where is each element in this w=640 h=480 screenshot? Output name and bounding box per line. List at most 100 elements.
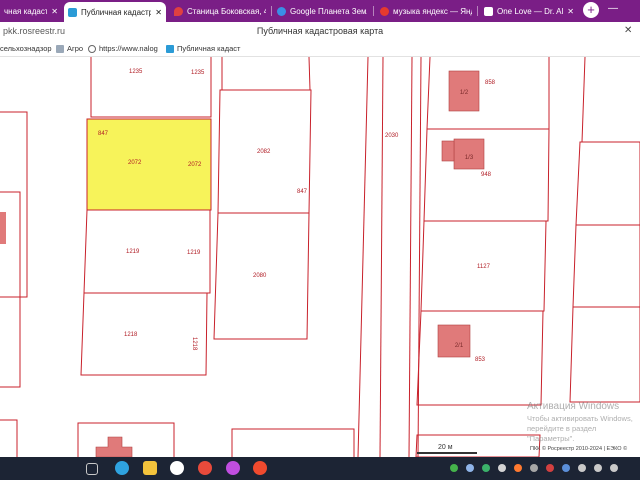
rosreestr-icon: [68, 7, 77, 17]
tab-yandex-music[interactable]: музыка яндекс — Янде: [376, 2, 476, 20]
new-tab-button[interactable]: +: [583, 2, 599, 18]
yandex-icon: [380, 6, 389, 16]
plot-label: 1218: [191, 337, 197, 351]
plot-label: 853: [475, 357, 486, 363]
plot-label: 1218: [124, 332, 138, 338]
plot-1235[interactable]: [90, 57, 212, 118]
tab-stanitsa[interactable]: Станица Боковская, 45: [170, 2, 270, 20]
bookmark-cadastral[interactable]: Публичная кадаст: [166, 44, 240, 53]
tab-cadastral-active[interactable]: Публичная кадастро ✕: [64, 2, 166, 22]
tab-title: музыка яндекс — Янде: [393, 6, 472, 16]
url-field[interactable]: pkk.rosreestr.ru: [3, 26, 65, 36]
address-bar: pkk.rosreestr.ru Публичная кадастровая к…: [0, 22, 640, 42]
tab-title: Публичная кадастро: [81, 7, 152, 17]
tab-cadastral-1[interactable]: чная кадастровая ✕: [0, 2, 62, 20]
globe-icon: [88, 44, 96, 53]
tab-title: One Love — Dr. Al: [497, 6, 564, 16]
plot-label: 2030: [385, 133, 399, 139]
plot-label: 847: [297, 189, 308, 195]
opera-icon[interactable]: [226, 461, 240, 475]
browser-tab-strip: чная кадастровая ✕ Публичная кадастро ✕ …: [0, 0, 640, 22]
bookmark-label: Публичная кадаст: [177, 44, 241, 53]
tab-one-love[interactable]: One Love — Dr. Al ✕: [480, 2, 578, 20]
file-explorer-icon[interactable]: [143, 461, 157, 475]
close-window-button[interactable]: ✕: [624, 25, 632, 36]
map-pin-icon: [174, 6, 183, 16]
tray-icon[interactable]: [578, 464, 586, 472]
building-948[interactable]: [453, 138, 485, 170]
tray-icon[interactable]: [498, 464, 506, 472]
bookmark-agro[interactable]: Агро: [56, 44, 83, 53]
building-bottom-left[interactable]: [95, 436, 133, 457]
music-icon: [484, 6, 493, 16]
tray-icon[interactable]: [546, 464, 554, 472]
map-scale-label: 20 м: [438, 444, 453, 451]
plot-label: 1219: [187, 250, 201, 256]
minimize-button[interactable]: —: [606, 3, 620, 17]
yandex-icon[interactable]: [253, 461, 267, 475]
chrome-icon[interactable]: [198, 461, 212, 475]
tab-divider: [271, 6, 272, 16]
plot-label: 858: [485, 80, 496, 86]
building-label: 1/2: [460, 90, 469, 96]
windows-taskbar: [0, 457, 640, 480]
tray-icon[interactable]: [610, 464, 618, 472]
page-title: Публичная кадастровая карта: [256, 26, 384, 36]
building-948-annex[interactable]: [441, 140, 455, 162]
bookmark-label: Агро: [67, 44, 84, 53]
map-canvas[interactable]: 1/2 1/3 2/1 1235 1235 847 2072 2072 2082…: [0, 57, 640, 457]
tray-icon[interactable]: [594, 464, 602, 472]
plot-far-right-3[interactable]: [569, 306, 640, 403]
tray-icon[interactable]: [450, 464, 458, 472]
bookmark-nalog[interactable]: https://www.nalog: [88, 44, 158, 53]
plot-label: 847: [98, 131, 109, 137]
plot-label: 1127: [477, 264, 491, 270]
activation-watermark-title: Активация Windows: [527, 401, 620, 412]
building-853[interactable]: [437, 324, 471, 358]
tray-icon[interactable]: [482, 464, 490, 472]
plot-bottom-2[interactable]: [231, 428, 355, 457]
close-icon[interactable]: ✕: [51, 7, 58, 16]
tray-icon[interactable]: [466, 464, 474, 472]
plot-far-right-1[interactable]: [575, 141, 640, 226]
close-icon[interactable]: ✕: [155, 8, 162, 17]
plot-858[interactable]: [426, 57, 550, 130]
yandex-browser-icon[interactable]: [170, 461, 184, 475]
road-edge: [357, 57, 369, 457]
activation-watermark-text: Чтобы активировать Windows, перейдите в …: [527, 414, 633, 443]
agro-icon: [56, 44, 64, 53]
tray-icon[interactable]: [514, 464, 522, 472]
tab-title: Станица Боковская, 45: [187, 6, 266, 16]
tray-icon[interactable]: [530, 464, 538, 472]
road-edge: [408, 57, 413, 457]
tab-google-earth[interactable]: Google Планета Земля: [273, 2, 371, 20]
tab-title: Google Планета Земля: [290, 6, 367, 16]
road-edge: [417, 57, 422, 457]
plot-left-1[interactable]: [0, 111, 28, 298]
close-icon[interactable]: ✕: [567, 7, 574, 16]
plot-label: 1235: [191, 70, 205, 76]
tab-divider: [373, 6, 374, 16]
plot-far-right-2[interactable]: [572, 224, 640, 308]
plot-1218[interactable]: [80, 292, 208, 376]
cadastral-map[interactable]: 1/2 1/3 2/1 1235 1235 847 2072 2072 2082…: [0, 57, 640, 457]
building-left: [0, 212, 6, 244]
map-copyright: ПКК © Росреестр 2010-2024 | ЕЭКО ©: [530, 446, 628, 452]
plot-left-3[interactable]: [0, 419, 18, 457]
map-scale-bar: [417, 452, 477, 454]
edge-icon[interactable]: [115, 461, 129, 475]
task-view-icon[interactable]: [86, 463, 98, 475]
bookmark-selkhoznadzor[interactable]: сельхознадзор: [0, 44, 52, 53]
earth-icon: [277, 6, 286, 16]
plot-line: [581, 57, 586, 143]
tab-divider: [477, 6, 478, 16]
plot-label: 2080: [253, 273, 267, 279]
plot-label: 948: [481, 172, 492, 178]
plot-label: 2072: [128, 160, 142, 166]
tray-icon[interactable]: [562, 464, 570, 472]
bookmarks-bar: сельхознадзор Агро https://www.nalog Пуб…: [0, 42, 640, 57]
bookmark-label: сельхознадзор: [0, 44, 52, 53]
plot-label: 1219: [126, 249, 140, 255]
building-label: 1/3: [465, 155, 474, 161]
plot-label: 2072: [188, 162, 202, 168]
